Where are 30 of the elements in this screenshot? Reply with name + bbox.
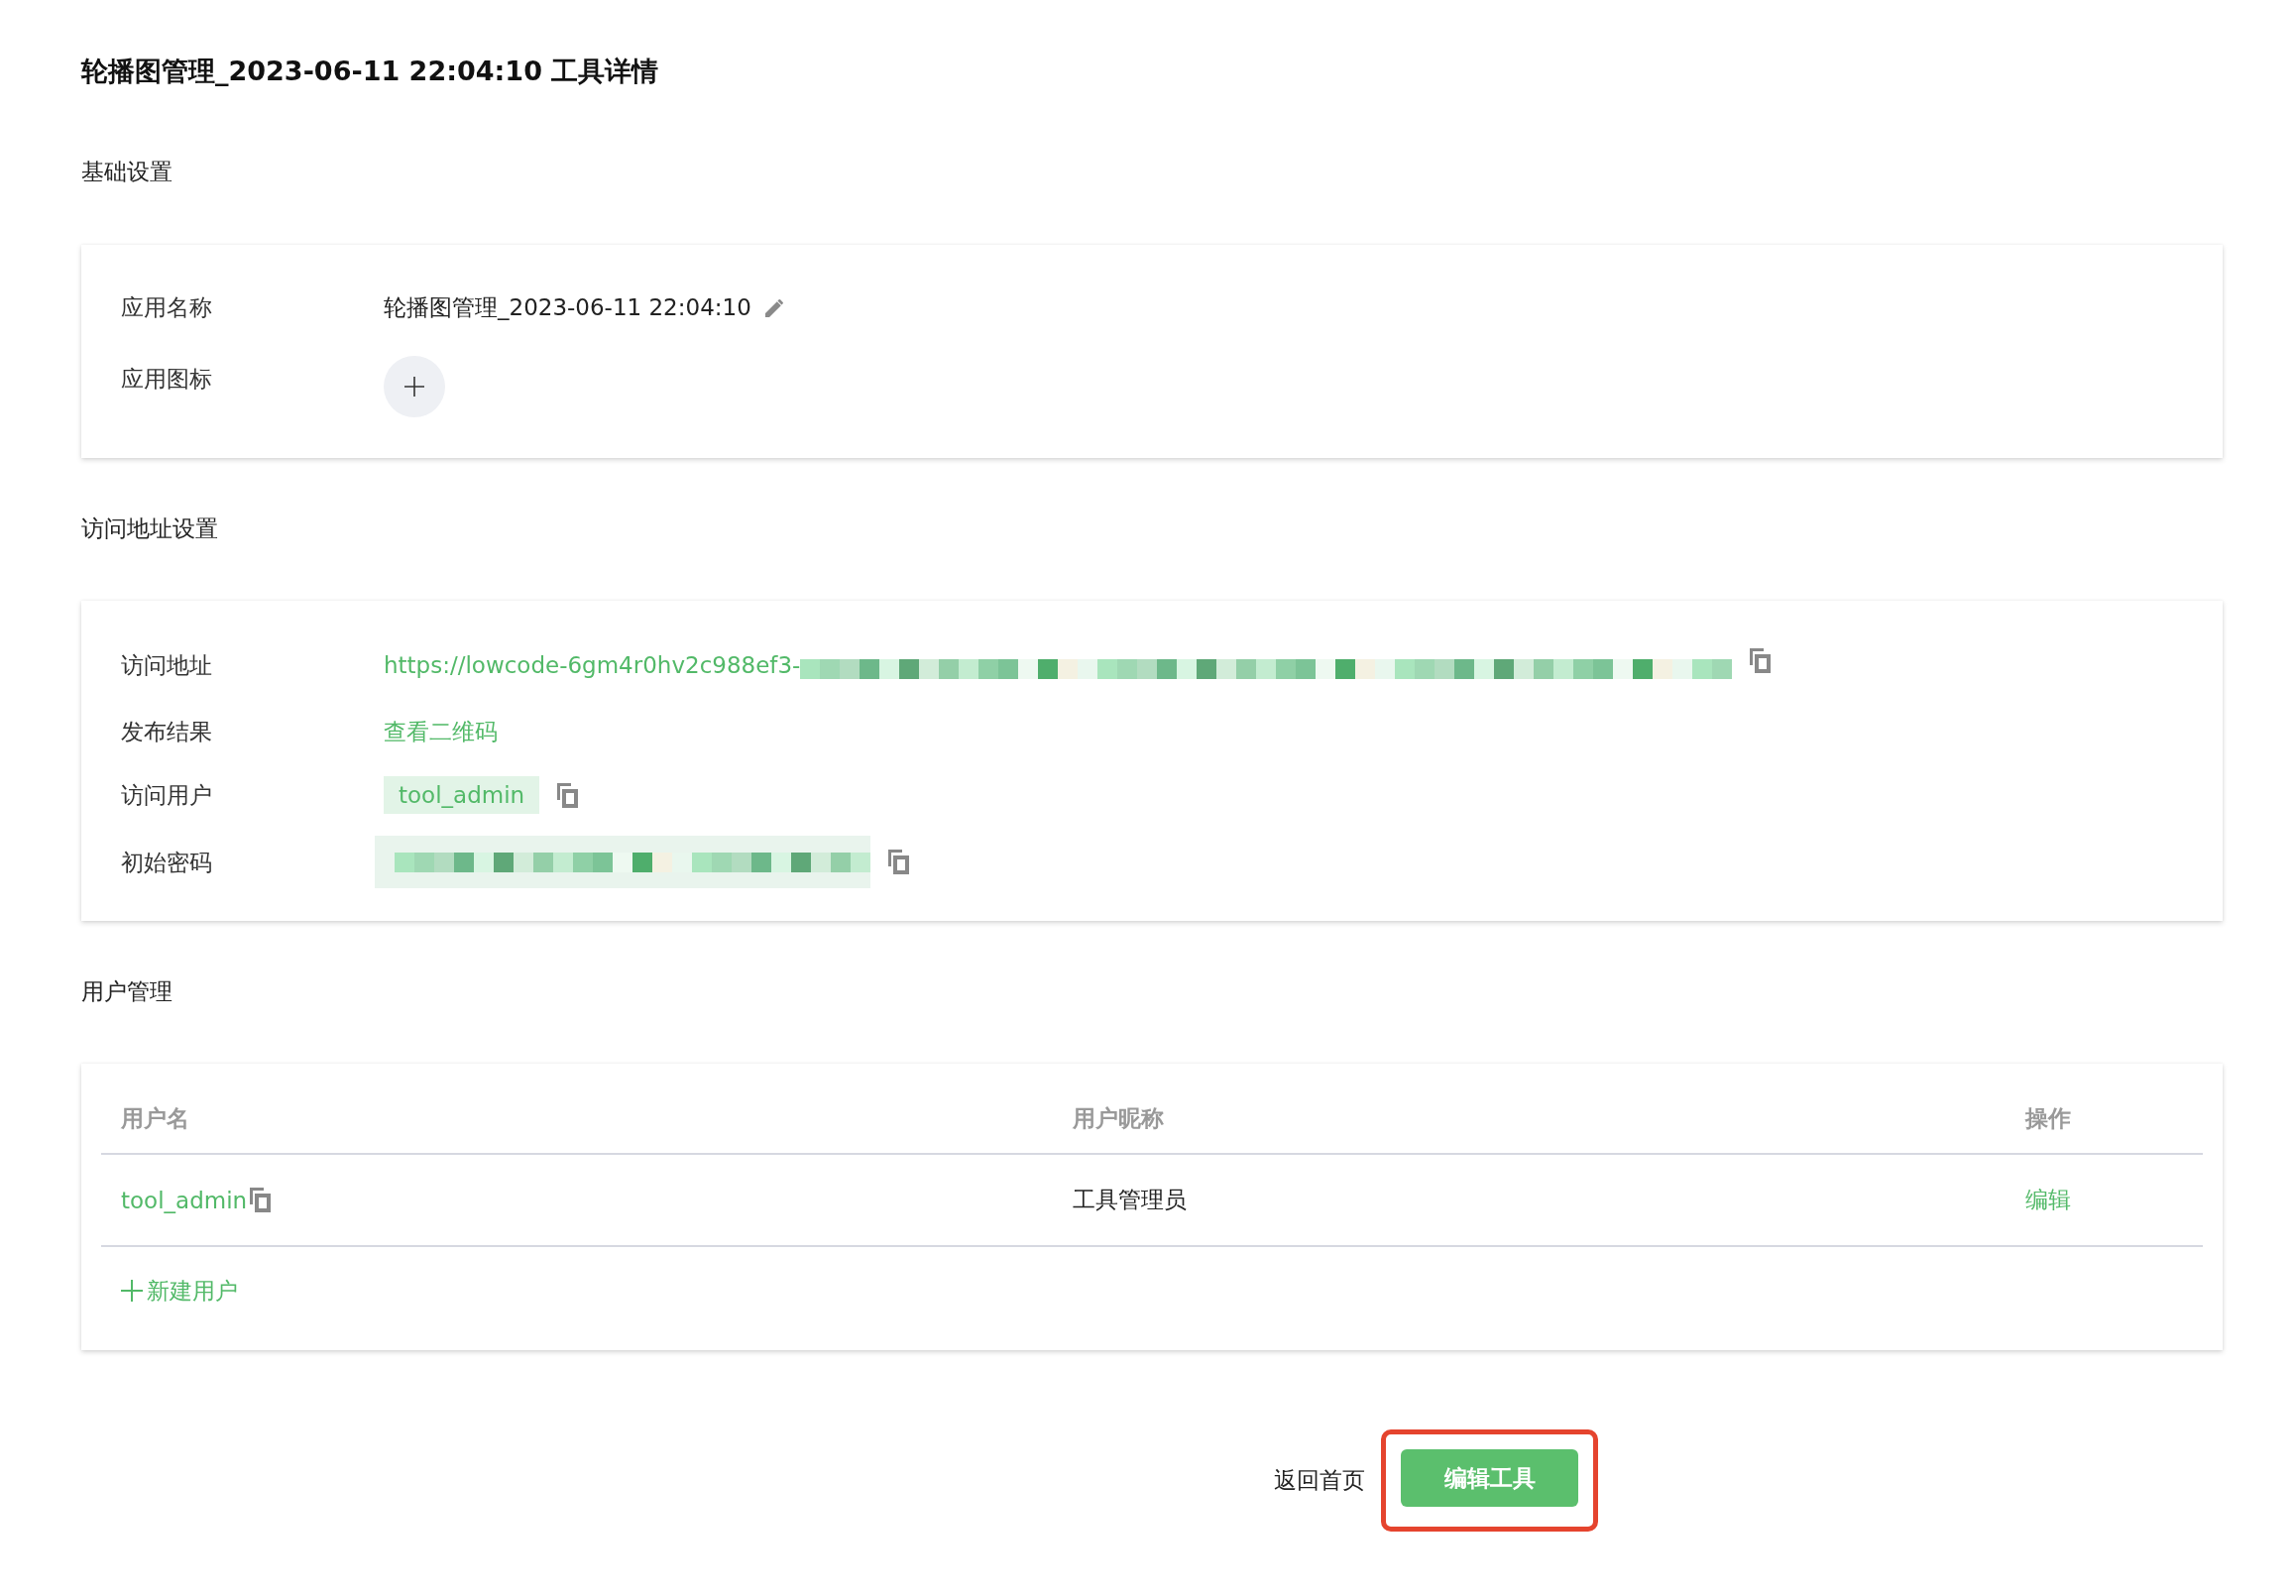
copy-icon[interactable] <box>888 850 909 874</box>
pencil-icon[interactable] <box>764 297 785 317</box>
field-label: 应用名称 <box>121 293 213 322</box>
value-link[interactable]: 查看二维码 <box>384 709 498 754</box>
section-heading: 用户管理 <box>81 977 173 1006</box>
page-title: 轮播图管理_2023-06-11 22:04:10 工具详情 <box>81 55 660 88</box>
column-header: 操作 <box>2023 1103 2072 1133</box>
field-value: 轮播图管理_2023-06-11 22:04:10 <box>384 293 751 322</box>
field-label: 访问用户 <box>121 781 213 810</box>
column-header: 用户名 <box>120 1103 190 1133</box>
field-label: 发布结果 <box>121 718 213 746</box>
value-tag: tool_admin <box>384 776 540 814</box>
table-link[interactable]: tool_admin <box>121 1187 248 1213</box>
copy-icon[interactable] <box>1750 647 1772 673</box>
copy-icon[interactable] <box>250 1188 272 1212</box>
field-label: 初始密码 <box>121 848 213 877</box>
value-link[interactable]: https://lowcode-6gm4r0hv2c988ef3- <box>384 642 801 688</box>
primary-button[interactable]: 编辑工具 <box>1401 1449 1578 1507</box>
table-link[interactable]: 编辑 <box>2025 1185 2071 1215</box>
field-label: 访问地址 <box>121 651 213 680</box>
copy-icon[interactable] <box>557 782 579 808</box>
field-label: 应用图标 <box>121 365 213 394</box>
section-heading: 基础设置 <box>81 158 173 186</box>
plus-icon <box>404 377 424 397</box>
section-heading: 访问地址设置 <box>81 514 219 543</box>
add-user-button[interactable]: 新建用户 <box>121 1275 238 1307</box>
text-button[interactable]: 返回首页 <box>1274 1463 1365 1497</box>
column-header: 用户昵称 <box>1072 1103 1165 1133</box>
plus-icon <box>121 1280 143 1302</box>
table-cell-text: 工具管理员 <box>1073 1186 1187 1214</box>
